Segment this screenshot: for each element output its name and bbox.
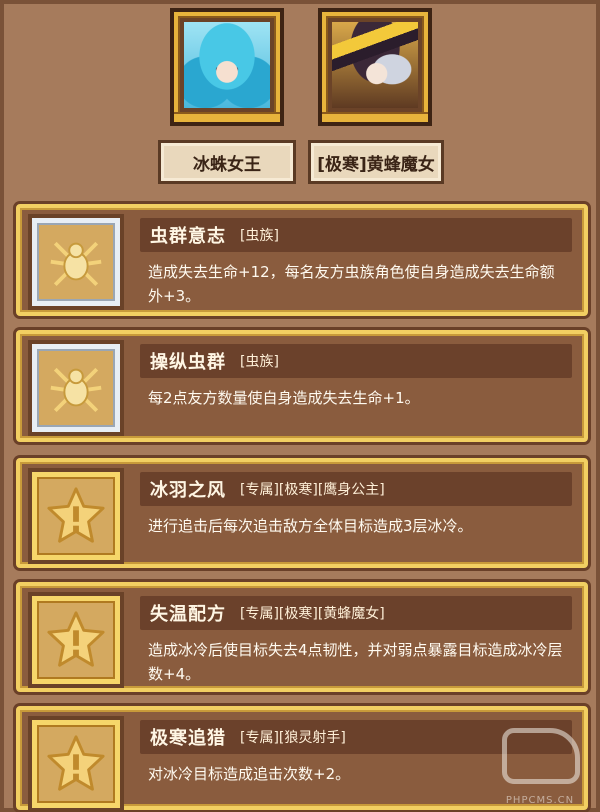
skill-icon-frame: [28, 214, 124, 310]
skill-card[interactable]: 失温配方 [专属][极寒][黄蜂魔女] 造成冰冷后使目标失去4点韧性，并对弱点暴…: [16, 582, 588, 692]
spider-icon: [50, 367, 102, 413]
skill-tags: [专属][极寒][黄蜂魔女]: [240, 606, 385, 622]
skill-tags: [虫族]: [240, 354, 279, 370]
skill-title-bar: 虫群意志 [虫族]: [140, 218, 572, 252]
portrait-art: [184, 22, 270, 108]
skill-tags: [虫族]: [240, 228, 279, 244]
skill-icon-frame: [28, 716, 124, 812]
site-watermark: PHPCMS.CN: [494, 728, 586, 806]
skill-card[interactable]: 操纵虫群 [虫族] 每2点友方数量使自身造成失去生命+1。: [16, 330, 588, 442]
star-icon: [47, 487, 105, 543]
skill-title-bar: 失温配方 [专属][极寒][黄蜂魔女]: [140, 596, 572, 630]
star-icon: [47, 611, 105, 667]
skill-description: 造成冰冷后使目标失去4点韧性，并对弱点暴露目标造成冰冷层数+4。: [148, 641, 563, 683]
skill-name: 操纵虫群: [150, 352, 226, 373]
skill-name: 虫群意志: [150, 226, 226, 247]
skill-tags: [专属][狼灵射手]: [240, 730, 346, 746]
skill-name: 失温配方: [150, 604, 226, 625]
skill-card[interactable]: 冰羽之风 [专属][极寒][鹰身公主] 进行追击后每次追击敌方全体目标造成3层冰…: [16, 458, 588, 568]
skill-icon-frame: [28, 340, 124, 436]
portrait-art: [332, 22, 418, 108]
skill-card[interactable]: 虫群意志 [虫族] 造成失去生命+12，每名友方虫族角色使自身造成失去生命额外+…: [16, 204, 588, 316]
hero-card-ice-spider-queen[interactable]: [170, 8, 284, 126]
skill-title-bar: 操纵虫群 [虫族]: [140, 344, 572, 378]
hero-name-plate: [极寒]黄蜂魔女: [308, 140, 444, 184]
skill-icon-frame: [28, 468, 124, 564]
skill-icon-frame: [28, 592, 124, 688]
skill-description: 每2点友方数量使自身造成失去生命+1。: [148, 389, 420, 407]
skill-description: 造成失去生命+12，每名友方虫族角色使自身造成失去生命额外+3。: [148, 263, 555, 305]
hero-card-wasp-witch[interactable]: [318, 8, 432, 126]
wasp-witch-portrait[interactable]: [318, 8, 432, 126]
star-icon: [47, 735, 105, 791]
watermark-text: PHPCMS.CN: [505, 795, 575, 806]
watermark-logo-icon: [502, 728, 580, 784]
skill-title-bar: 冰羽之风 [专属][极寒][鹰身公主]: [140, 472, 572, 506]
ice-spider-queen-portrait[interactable]: [170, 8, 284, 126]
skill-description: 进行追击后每次追击敌方全体目标造成3层冰冷。: [148, 517, 473, 535]
spider-icon: [50, 241, 102, 287]
hero-name: 冰蛛女王: [193, 154, 261, 175]
hero-name-plate: 冰蛛女王: [158, 140, 296, 184]
skill-tags: [专属][极寒][鹰身公主]: [240, 482, 385, 498]
skill-name: 冰羽之风: [150, 480, 226, 501]
hero-name: [极寒]黄蜂魔女: [317, 154, 435, 175]
skill-name: 极寒追猎: [150, 728, 226, 749]
